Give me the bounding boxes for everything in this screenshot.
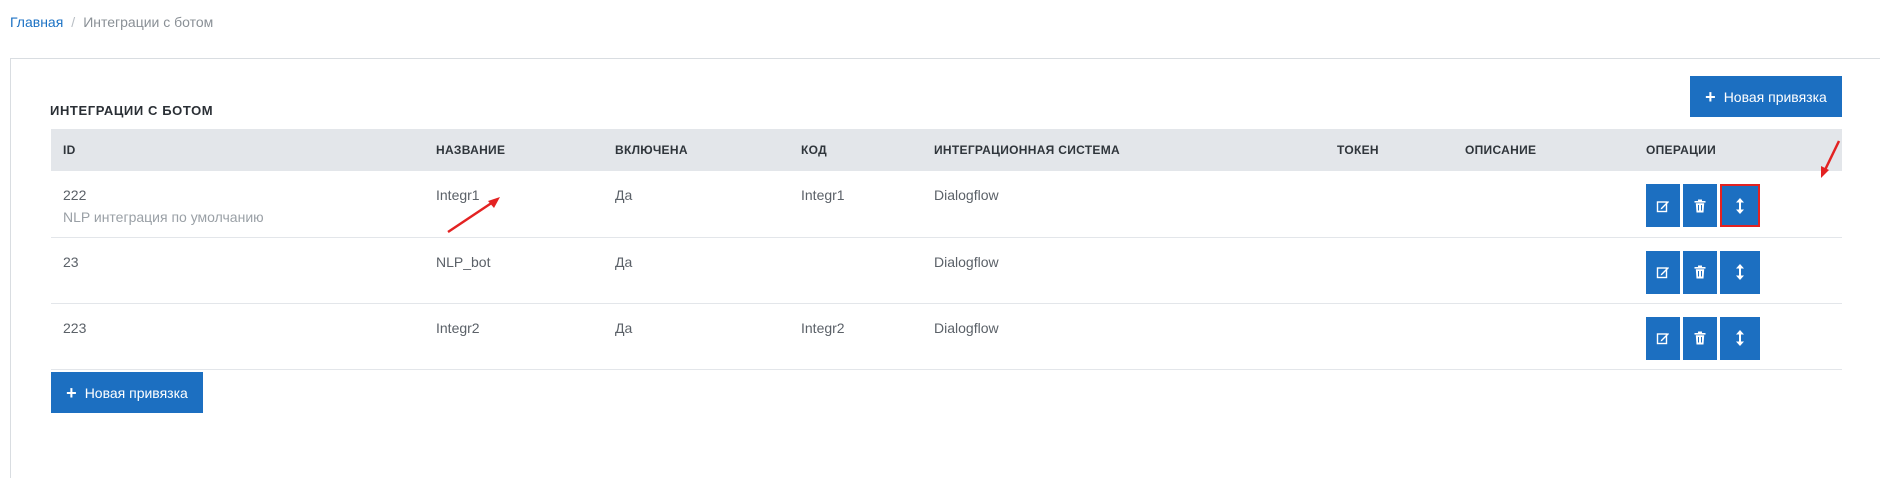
plus-icon: + [1705, 86, 1716, 107]
new-binding-button-bottom[interactable]: + Новая привязка [51, 372, 203, 413]
breadcrumb-current: Интеграции с ботом [83, 14, 214, 30]
cell-id: 23 [51, 237, 424, 304]
cell-system: Dialogflow [922, 171, 1325, 238]
row-operations [1646, 184, 1842, 227]
row-id: 23 [63, 253, 79, 270]
cell-enabled: Да [603, 171, 789, 238]
breadcrumb: Главная / Интеграции с ботом [10, 14, 213, 30]
cell-operations [1634, 171, 1842, 238]
cell-code: Integr2 [789, 303, 922, 370]
cell-enabled: Да [603, 237, 789, 304]
annotation-arrow-operations [1821, 140, 1841, 178]
trash-icon [1694, 331, 1706, 345]
row-id: 223 [63, 319, 87, 336]
column-header-id: ID [51, 129, 424, 171]
edit-button[interactable] [1646, 250, 1680, 294]
cell-description [1453, 303, 1634, 370]
column-header-code: КОД [789, 129, 922, 171]
cell-name: Integr2 [424, 303, 603, 370]
trash-icon [1694, 199, 1706, 212]
cell-system: Dialogflow [922, 303, 1325, 370]
edit-icon [1656, 333, 1669, 345]
cell-name: NLP_bot [424, 237, 603, 304]
cell-token [1325, 237, 1453, 304]
cell-id: 222 NLP интеграция по умолчанию [51, 171, 424, 238]
trash-icon [1694, 265, 1706, 279]
row-id: 222 [63, 187, 87, 203]
edit-button[interactable] [1646, 184, 1680, 227]
delete-button[interactable] [1683, 184, 1717, 227]
move-button[interactable] [1720, 250, 1760, 294]
cell-description [1453, 237, 1634, 304]
column-header-token: ТОКЕН [1325, 129, 1453, 171]
edit-button[interactable] [1646, 316, 1680, 360]
cell-operations [1634, 237, 1842, 304]
delete-button[interactable] [1683, 316, 1717, 360]
integrations-table: ID НАЗВАНИЕ ВКЛЮЧЕНА КОД ИНТЕГРАЦИОННАЯ … [51, 129, 1842, 370]
vertical-arrows-icon [1736, 330, 1744, 346]
vertical-arrows-icon [1736, 264, 1744, 280]
table-row: 23 NLP_bot Да Dialogflow [51, 237, 1842, 304]
table-row: 222 NLP интеграция по умолчанию Integr1 … [51, 171, 1842, 238]
row-id-note: NLP интеграция по умолчанию [63, 209, 264, 225]
column-header-name: НАЗВАНИЕ [424, 129, 603, 171]
edit-icon [1656, 200, 1669, 212]
vertical-arrows-icon [1736, 197, 1744, 214]
breadcrumb-home-link[interactable]: Главная [10, 14, 63, 30]
page-title: ИНТЕГРАЦИИ С БОТОМ [50, 103, 214, 118]
new-binding-label: Новая привязка [84, 384, 188, 401]
cell-token [1325, 303, 1453, 370]
new-binding-button-top[interactable]: + Новая привязка [1690, 76, 1842, 117]
cell-system: Dialogflow [922, 237, 1325, 304]
move-button[interactable] [1720, 184, 1760, 227]
column-header-operations: ОПЕРАЦИИ [1634, 129, 1842, 171]
cell-code [789, 237, 922, 304]
table-header-row: ID НАЗВАНИЕ ВКЛЮЧЕНА КОД ИНТЕГРАЦИОННАЯ … [51, 129, 1842, 171]
column-header-description: ОПИСАНИЕ [1453, 129, 1634, 171]
breadcrumb-separator: / [71, 14, 76, 30]
delete-button[interactable] [1683, 250, 1717, 294]
table-row: 223 Integr2 Да Integr2 Dialogflow [51, 303, 1842, 370]
cell-id: 223 [51, 303, 424, 370]
cell-token [1325, 171, 1453, 238]
column-header-system: ИНТЕГРАЦИОННАЯ СИСТЕМА [922, 129, 1325, 171]
move-button[interactable] [1720, 316, 1760, 360]
row-operations [1646, 250, 1842, 294]
annotation-arrow-name [447, 197, 500, 234]
column-header-enabled: ВКЛЮЧЕНА [603, 129, 789, 171]
cell-operations [1634, 303, 1842, 370]
row-operations [1646, 316, 1842, 360]
cell-code: Integr1 [789, 171, 922, 238]
plus-icon: + [66, 382, 77, 403]
cell-enabled: Да [603, 303, 789, 370]
new-binding-label: Новая привязка [1723, 88, 1827, 105]
edit-icon [1656, 267, 1669, 279]
cell-description [1453, 171, 1634, 238]
